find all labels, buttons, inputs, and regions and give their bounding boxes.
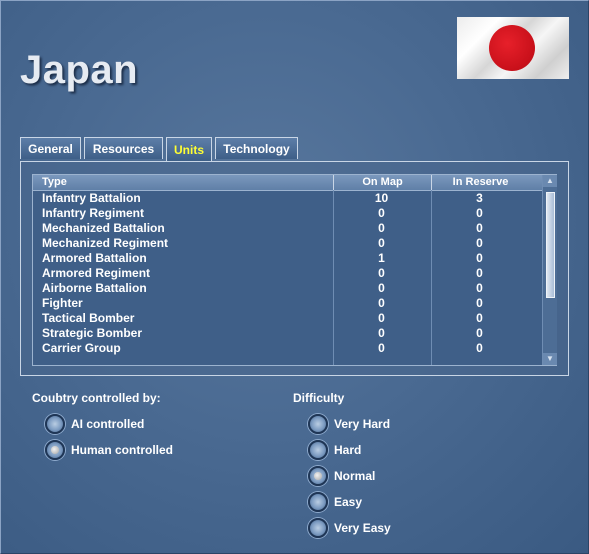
table-row[interactable]: Mechanized Regiment 0 0 xyxy=(33,235,542,250)
unit-on-map: 0 xyxy=(378,326,385,340)
radio-label: Human controlled xyxy=(71,443,174,457)
unit-in-reserve: 0 xyxy=(476,341,483,355)
unit-on-map: 0 xyxy=(378,296,385,310)
unit-type: Mechanized Battalion xyxy=(42,221,165,235)
radio-difficulty-easy[interactable]: Easy xyxy=(308,492,362,512)
unit-in-reserve: 0 xyxy=(476,296,483,310)
table-row[interactable]: Infantry Battalion 10 3 xyxy=(33,190,542,205)
radio-label: Very Hard xyxy=(334,417,391,431)
unit-in-reserve: 0 xyxy=(476,206,483,220)
unit-type: Fighter xyxy=(42,296,83,310)
unit-type: Tactical Bomber xyxy=(42,311,135,325)
unit-type: Strategic Bomber xyxy=(42,326,143,340)
unit-on-map: 0 xyxy=(378,281,385,295)
radio-human-controlled[interactable]: Human controlled xyxy=(45,440,173,460)
radio-label: Hard xyxy=(334,443,362,457)
units-panel: Type On Map In Reserve Infantry Battalio… xyxy=(20,161,569,376)
table-row[interactable]: Mechanized Battalion 0 0 xyxy=(33,220,542,235)
radio-difficulty-normal[interactable]: Normal xyxy=(308,466,375,486)
radio-label: Very Easy xyxy=(334,521,391,535)
column-header-type[interactable]: Type xyxy=(42,176,67,189)
tab-resources[interactable]: Resources xyxy=(84,137,163,159)
scrollbar-thumb[interactable] xyxy=(546,192,555,298)
table-row[interactable]: Airborne Battalion 0 0 xyxy=(33,280,542,295)
unit-in-reserve: 0 xyxy=(476,251,483,265)
table-row[interactable]: Armored Battalion 1 0 xyxy=(33,250,542,265)
unit-type: Mechanized Regiment xyxy=(42,236,169,250)
unit-on-map: 0 xyxy=(378,266,385,280)
unit-type: Armored Battalion xyxy=(42,251,147,265)
unit-in-reserve: 0 xyxy=(476,326,483,340)
radio-difficulty-hard[interactable]: Hard xyxy=(308,440,361,460)
radio-label: Normal xyxy=(334,469,376,483)
units-list-header: Type On Map In Reserve xyxy=(33,175,542,191)
unit-in-reserve: 0 xyxy=(476,281,483,295)
unit-type: Airborne Battalion xyxy=(42,281,147,295)
unit-on-map: 0 xyxy=(378,341,385,355)
table-row[interactable]: Tactical Bomber 0 0 xyxy=(33,310,542,325)
unit-in-reserve: 0 xyxy=(476,221,483,235)
table-row[interactable]: Carrier Group 0 0 xyxy=(33,340,542,355)
units-rows: Infantry Battalion 10 3 Infantry Regiment 0… xyxy=(33,190,542,355)
unit-type: Armored Regiment xyxy=(42,266,151,280)
radio-button-icon[interactable] xyxy=(308,492,328,512)
unit-on-map: 1 xyxy=(378,251,385,265)
unit-in-reserve: 0 xyxy=(476,311,483,325)
radio-button-icon[interactable] xyxy=(308,414,328,434)
units-list[interactable]: Type On Map In Reserve Infantry Battalio… xyxy=(32,174,557,366)
control-section-label: Coubtry controlled by: xyxy=(32,391,161,405)
unit-in-reserve: 3 xyxy=(476,191,483,205)
tab-units[interactable]: Units xyxy=(166,137,212,161)
radio-button-selected-icon[interactable] xyxy=(308,466,328,486)
unit-in-reserve: 0 xyxy=(476,266,483,280)
country-title: Japan xyxy=(20,48,139,92)
table-row[interactable]: Fighter 0 0 xyxy=(33,295,542,310)
tab-general[interactable]: General xyxy=(20,137,81,159)
column-header-in-reserve[interactable]: In Reserve xyxy=(432,176,529,189)
difficulty-section-label: Difficulty xyxy=(293,391,345,405)
radio-ai-controlled[interactable]: AI controlled xyxy=(45,414,144,434)
unit-on-map: 0 xyxy=(378,311,385,325)
radio-label: Easy xyxy=(334,495,363,509)
flag-sun-disc xyxy=(489,25,535,71)
unit-on-map: 0 xyxy=(378,236,385,250)
radio-label: AI controlled xyxy=(71,417,145,431)
table-row[interactable]: Infantry Regiment 0 0 xyxy=(33,205,542,220)
table-row[interactable]: Strategic Bomber 0 0 xyxy=(33,325,542,340)
column-header-on-map[interactable]: On Map xyxy=(334,176,431,189)
unit-on-map: 10 xyxy=(374,191,389,205)
radio-button-icon[interactable] xyxy=(308,518,328,538)
unit-on-map: 0 xyxy=(378,221,385,235)
unit-on-map: 0 xyxy=(378,206,385,220)
scroll-up-arrow-icon[interactable]: ▲ xyxy=(543,175,557,187)
unit-type: Infantry Regiment xyxy=(42,206,145,220)
japan-flag-icon xyxy=(457,17,569,79)
vertical-scrollbar[interactable]: ▲ ▼ xyxy=(542,175,557,365)
table-row[interactable]: Armored Regiment 0 0 xyxy=(33,265,542,280)
unit-in-reserve: 0 xyxy=(476,236,483,250)
radio-difficulty-very-hard[interactable]: Very Hard xyxy=(308,414,390,434)
radio-difficulty-very-easy[interactable]: Very Easy xyxy=(308,518,391,538)
unit-type: Carrier Group xyxy=(42,341,121,355)
tab-technology[interactable]: Technology xyxy=(215,137,298,159)
unit-type: Infantry Battalion xyxy=(42,191,141,205)
scroll-down-arrow-icon[interactable]: ▼ xyxy=(543,353,557,365)
radio-button-selected-icon[interactable] xyxy=(45,440,65,460)
radio-button-icon[interactable] xyxy=(45,414,65,434)
radio-button-icon[interactable] xyxy=(308,440,328,460)
